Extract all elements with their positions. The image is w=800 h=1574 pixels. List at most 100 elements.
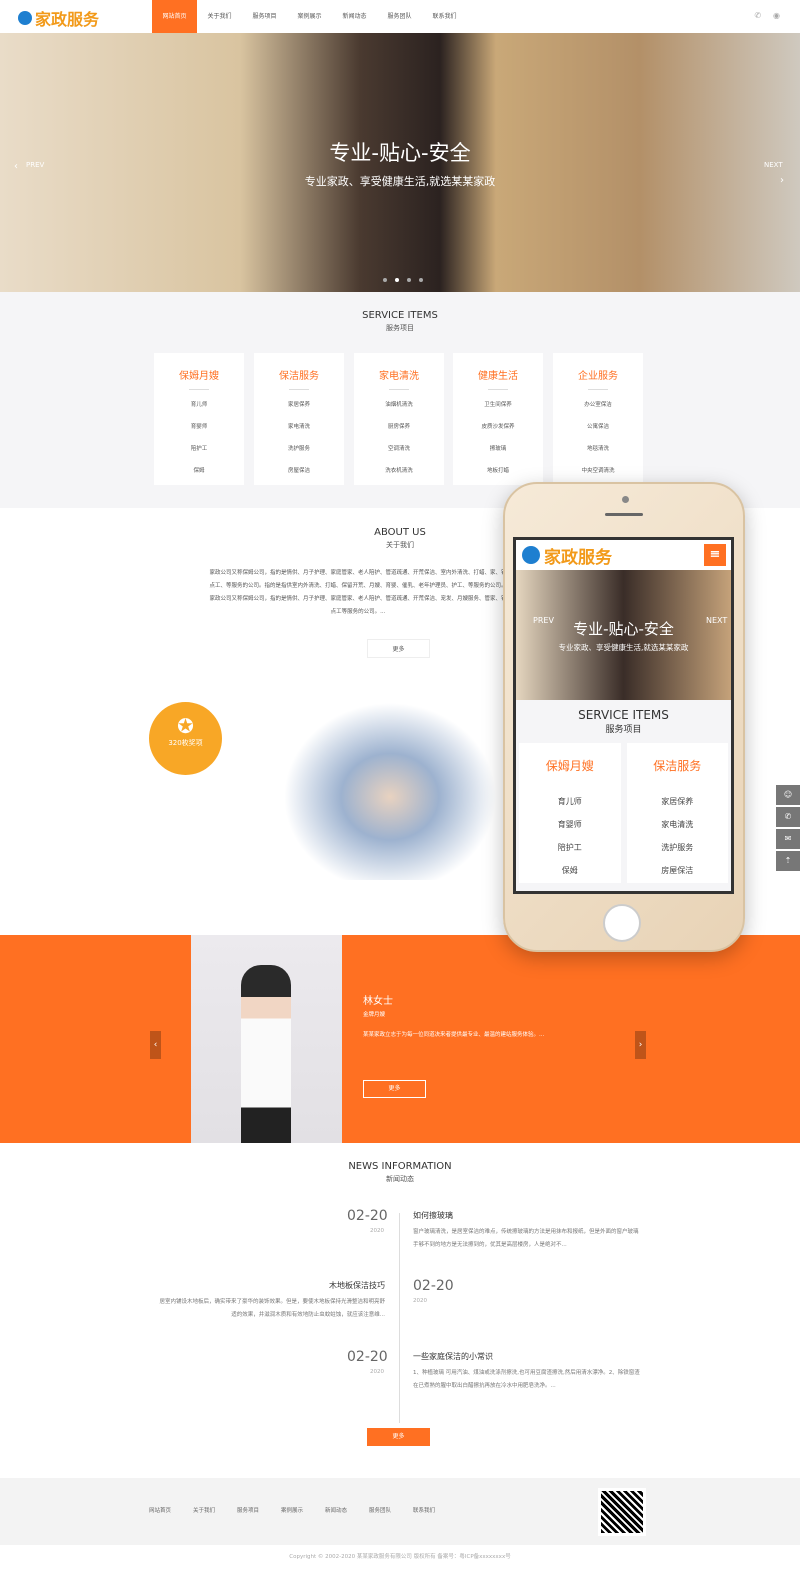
- footer-link-home[interactable]: 网站首页: [149, 1506, 193, 1514]
- card-item[interactable]: 洗衣机清洗: [354, 466, 444, 488]
- prev-arrow-icon[interactable]: ‹: [14, 161, 18, 172]
- nav-team[interactable]: 服务团队: [377, 0, 422, 33]
- nav-home[interactable]: 网站首页: [152, 0, 197, 33]
- news-title[interactable]: 木地板保洁技巧: [260, 1280, 385, 1291]
- copyright: Copyright © 2002-2020 某某家政服务有限公司 版权所有 备案…: [289, 1554, 511, 1560]
- nav-services[interactable]: 服务项目: [242, 0, 287, 33]
- team-member-desc: 某某家政立志于为每一位同道决来者提供最专业、最温的建站服务体验。...: [363, 1032, 545, 1038]
- phone-home-button: [603, 904, 641, 942]
- next-arrow-icon[interactable]: ›: [780, 175, 784, 186]
- qq-icon[interactable]: ☺: [776, 785, 800, 805]
- card-item[interactable]: 房屋保洁: [254, 466, 344, 488]
- divider: [189, 389, 209, 390]
- footer-link-team[interactable]: 服务团队: [369, 1506, 413, 1514]
- footer-link-contact[interactable]: 联系我们: [413, 1506, 457, 1514]
- slide-dot[interactable]: [419, 278, 423, 282]
- card-item[interactable]: 家居保养: [627, 790, 729, 813]
- slide-dot[interactable]: [407, 278, 411, 282]
- slide-dot[interactable]: [383, 278, 387, 282]
- phone-service-card[interactable]: 保姆月嫂 育儿师 育婴师 陪护工 保姆: [519, 743, 621, 883]
- footer-link-about[interactable]: 关于我们: [193, 1506, 237, 1514]
- card-item[interactable]: 空调清洗: [354, 444, 444, 466]
- card-item[interactable]: 家电清洗: [627, 813, 729, 836]
- section-title-en: NEWS INFORMATION: [348, 1161, 452, 1172]
- divider: [488, 389, 508, 390]
- service-card[interactable]: 企业服务 办公室保洁 公寓保洁 地毯清洗 中央空调清洗: [553, 353, 643, 485]
- card-item[interactable]: 办公室保洁: [553, 400, 643, 422]
- card-item[interactable]: 育儿师: [519, 790, 621, 813]
- phone-prev-button[interactable]: PREV: [533, 615, 554, 627]
- card-item[interactable]: 洗护服务: [254, 444, 344, 466]
- about-text: 家政公司又称保姆公司，指的是情供、月子护理、家庭管家、老人陪护、管道疏通、开荒保…: [209, 570, 507, 615]
- card-item[interactable]: 家电清洗: [254, 422, 344, 444]
- team-more-button[interactable]: 更多: [363, 1080, 426, 1098]
- news-year: 2020: [370, 1369, 384, 1375]
- phone-next-button[interactable]: NEXT: [706, 615, 727, 627]
- header: 家政服务 网站首页 关于我们 服务项目 案例展示 新闻动态 服务团队 联系我们 …: [0, 0, 800, 33]
- card-item[interactable]: 卫生间保养: [453, 400, 543, 422]
- news-date: 02-20: [347, 1349, 388, 1365]
- nav-cases[interactable]: 案例展示: [287, 0, 332, 33]
- news-more-button[interactable]: 更多: [367, 1428, 430, 1446]
- phone-icon[interactable]: ✆: [776, 807, 800, 827]
- card-title[interactable]: 家电清洗: [354, 367, 444, 382]
- section-title-cn: 服务项目: [386, 324, 414, 332]
- card-title[interactable]: 健康生活: [453, 367, 543, 382]
- logo[interactable]: 家政服务: [18, 6, 99, 30]
- team-member-role: 金牌月嫂: [363, 1012, 386, 1018]
- wechat-icon[interactable]: ✉: [776, 829, 800, 849]
- card-item[interactable]: 洗护服务: [627, 836, 729, 859]
- eye-icon[interactable]: ◉: [773, 11, 780, 20]
- service-card[interactable]: 保姆月嫂育儿师 育婴师 陪护工 保姆: [154, 353, 244, 485]
- team-member-name: 林女士: [363, 996, 393, 1007]
- phone-camera: [622, 496, 629, 503]
- card-item[interactable]: 油烟机清洗: [354, 400, 444, 422]
- service-card[interactable]: 保洁服务家居保养 家电清洗 洗护服务 房屋保洁: [254, 353, 344, 485]
- awards-badge: ✪ 320枚奖项: [149, 702, 222, 775]
- card-item[interactable]: 育婴师: [154, 422, 244, 444]
- slide-dots: [383, 278, 423, 282]
- team-prev-button[interactable]: ‹: [150, 1031, 161, 1059]
- team-next-button[interactable]: ›: [635, 1031, 646, 1059]
- card-item[interactable]: 公寓保洁: [553, 422, 643, 444]
- card-item[interactable]: 擦玻璃: [453, 444, 543, 466]
- menu-icon[interactable]: ≡: [704, 544, 726, 566]
- awards-count: 320枚奖项: [168, 739, 203, 747]
- card-title[interactable]: 保洁服务: [254, 367, 344, 382]
- timeline-line: [399, 1213, 400, 1423]
- prev-button[interactable]: PREV: [26, 161, 44, 170]
- about-more-button[interactable]: 更多: [367, 639, 430, 658]
- card-item[interactable]: 皮质沙发保养: [453, 422, 543, 444]
- slide-dot[interactable]: [395, 278, 399, 282]
- card-item[interactable]: 陪护工: [154, 444, 244, 466]
- card-item[interactable]: 陪护工: [519, 836, 621, 859]
- footer-link-news[interactable]: 新闻动态: [325, 1506, 369, 1514]
- card-item[interactable]: 房屋保洁: [627, 859, 729, 882]
- back-to-top-icon[interactable]: ⇡: [776, 851, 800, 871]
- news-date: 02-20: [347, 1208, 388, 1224]
- service-card[interactable]: 健康生活 卫生间保养 皮质沙发保养 擦玻璃 地板打蜡: [453, 353, 543, 485]
- card-item[interactable]: 厨房保养: [354, 422, 444, 444]
- qr-code: [598, 1488, 646, 1536]
- card-item[interactable]: 育婴师: [519, 813, 621, 836]
- phone-service-card[interactable]: 保洁服务 家居保养 家电清洗 洗护服务 房屋保洁: [626, 743, 729, 883]
- card-title[interactable]: 企业服务: [553, 367, 643, 382]
- nav-news[interactable]: 新闻动态: [332, 0, 377, 33]
- nav-contact[interactable]: 联系我们: [422, 0, 467, 33]
- service-card[interactable]: 家电清洗油烟机清洗 厨房保养 空调清洗 洗衣机清洗: [354, 353, 444, 485]
- phone-icon[interactable]: ✆: [754, 11, 761, 20]
- footer-link-services[interactable]: 服务项目: [237, 1506, 281, 1514]
- card-item[interactable]: 保姆: [154, 466, 244, 488]
- footer-link-cases[interactable]: 案例展示: [281, 1506, 325, 1514]
- card-title[interactable]: 保姆月嫂: [154, 367, 244, 382]
- next-button[interactable]: NEXT: [764, 161, 783, 170]
- news-title[interactable]: 如何擦玻璃: [413, 1210, 453, 1221]
- card-item[interactable]: 地毯清洗: [553, 444, 643, 466]
- floating-sidebar: ☺ ✆ ✉ ⇡: [776, 785, 800, 873]
- card-item[interactable]: 育儿师: [154, 400, 244, 422]
- news-title[interactable]: 一些家庭保洁的小常识: [413, 1351, 493, 1362]
- family-photo: [275, 695, 505, 880]
- card-item[interactable]: 保姆: [519, 859, 621, 882]
- card-item[interactable]: 家居保养: [254, 400, 344, 422]
- nav-about[interactable]: 关于我们: [197, 0, 242, 33]
